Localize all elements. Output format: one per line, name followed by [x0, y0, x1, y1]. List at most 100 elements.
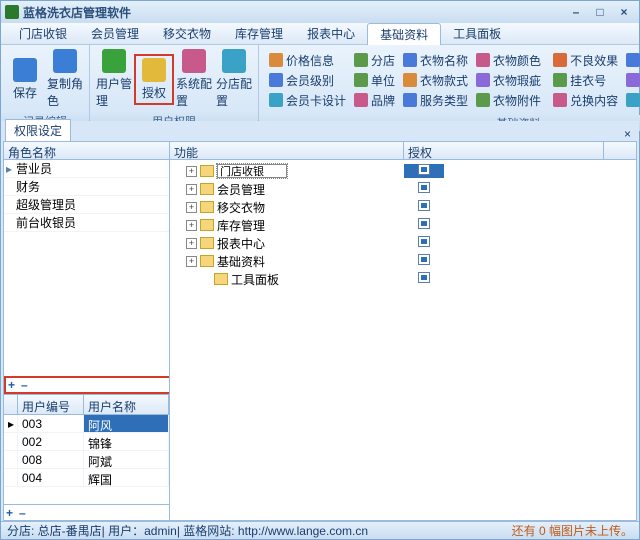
ribbon-link[interactable]: 不良效果 — [553, 51, 618, 69]
expand-icon[interactable]: + — [186, 166, 197, 177]
user-row[interactable]: 008阿斌 — [4, 451, 169, 469]
ribbon-link[interactable]: 品牌 — [354, 91, 395, 109]
ribbon-link[interactable]: 衣物附件 — [476, 91, 541, 109]
function-row[interactable]: +移交衣物 — [170, 198, 636, 216]
ribbon-button[interactable]: 保存 — [5, 56, 45, 103]
role-list[interactable]: ▸营业员财务超级管理员前台收银员 — [4, 160, 169, 376]
function-tree[interactable]: ++会员管理+移交衣物+库存管理+报表中心+基础资料工具面板 — [170, 160, 636, 520]
expand-icon[interactable]: + — [186, 184, 197, 195]
ribbon-link[interactable]: 衣物名称 — [403, 51, 468, 69]
user-add-button[interactable]: + — [6, 506, 13, 520]
ribbon-link[interactable]: 赠送金额 — [626, 51, 640, 69]
user-col-id[interactable]: 用户编号 — [18, 395, 84, 414]
role-remove-button[interactable]: – — [21, 378, 28, 392]
role-row[interactable]: 前台收银员 — [4, 214, 169, 232]
tab-permissions[interactable]: 权限设定 — [5, 119, 71, 141]
link-icon — [269, 93, 283, 107]
link-icon — [403, 73, 417, 87]
user-col-name[interactable]: 用户名称 — [84, 395, 169, 414]
link-icon — [553, 93, 567, 107]
ribbon-icon — [222, 49, 246, 73]
ribbon-button[interactable]: 分店配置 — [214, 47, 254, 111]
ribbon-link[interactable]: 衣物颜色 — [476, 51, 541, 69]
user-row[interactable]: 002锦锋 — [4, 433, 169, 451]
user-row[interactable]: 004辉国 — [4, 469, 169, 487]
expand-icon[interactable]: + — [186, 220, 197, 231]
ribbon-link[interactable]: 挂衣号 — [553, 71, 618, 89]
menu-item-0[interactable]: 门店收银 — [7, 23, 79, 44]
role-row[interactable]: ▸营业员 — [4, 160, 169, 178]
user-add-remove-bar: + – — [4, 504, 169, 520]
ribbon-button[interactable]: 系统配置 — [174, 47, 214, 111]
link-icon — [354, 73, 368, 87]
auth-checkbox[interactable] — [418, 182, 430, 193]
ribbon-link[interactable]: 衣物款式 — [403, 71, 468, 89]
role-add-button[interactable]: + — [8, 378, 15, 392]
ribbon-link[interactable]: 仓库信息 — [626, 71, 640, 89]
function-row[interactable]: +库存管理 — [170, 216, 636, 234]
ribbon-icon — [13, 58, 37, 82]
menu-item-3[interactable]: 库存管理 — [223, 23, 295, 44]
ribbon-link[interactable]: 分店 — [354, 51, 395, 69]
user-row[interactable]: ▸003阿风 — [4, 415, 169, 433]
menu-item-5[interactable]: 基础资料 — [367, 23, 441, 45]
window-close-button[interactable]: × — [613, 5, 635, 19]
expand-icon[interactable]: + — [186, 202, 197, 213]
folder-icon — [200, 219, 214, 231]
link-icon — [476, 53, 490, 67]
function-row[interactable]: +基础资料 — [170, 252, 636, 270]
ribbon-button[interactable]: 复制角色 — [45, 47, 85, 111]
auth-checkbox[interactable] — [418, 236, 430, 247]
menu-item-4[interactable]: 报表中心 — [295, 23, 367, 44]
ribbon-icon — [102, 49, 126, 73]
menu-item-2[interactable]: 移交衣物 — [151, 23, 223, 44]
ribbon-button[interactable]: 用户管理 — [94, 47, 134, 111]
ribbon-link[interactable]: 价格信息 — [269, 51, 346, 69]
function-row[interactable]: 工具面板 — [170, 270, 636, 288]
user-remove-button[interactable]: – — [19, 506, 26, 520]
link-icon — [269, 53, 283, 67]
role-add-remove-bar: + – — [4, 376, 169, 394]
left-pane: 角色名称 ▸营业员财务超级管理员前台收银员 + – 用户编号 用户名称 ▸003… — [4, 142, 170, 520]
function-row[interactable]: +报表中心 — [170, 234, 636, 252]
ribbon-link[interactable]: 单位 — [354, 71, 395, 89]
expand-icon[interactable]: + — [186, 256, 197, 267]
ribbon-icon — [53, 49, 77, 73]
maximize-button[interactable]: □ — [589, 5, 611, 19]
function-name-input[interactable] — [217, 164, 287, 178]
ribbon-link[interactable]: 服务类型 — [403, 91, 468, 109]
ribbon-link[interactable]: 会员级别 — [269, 71, 346, 89]
function-row[interactable]: + — [170, 162, 636, 180]
auth-checkbox[interactable] — [418, 254, 430, 265]
role-row[interactable]: 超级管理员 — [4, 196, 169, 214]
tab-close-button[interactable]: × — [620, 127, 635, 141]
app-icon — [5, 5, 19, 19]
ribbon-link[interactable]: 衣物瑕疵 — [476, 71, 541, 89]
folder-icon — [214, 273, 228, 285]
ribbon-link[interactable]: 会员卡设计 — [269, 91, 346, 109]
tabstrip: 权限设定 × — [1, 121, 639, 141]
auth-checkbox[interactable] — [418, 200, 430, 211]
func-col-auth[interactable]: 授权 — [404, 142, 604, 159]
func-col-name[interactable]: 功能 — [170, 142, 404, 159]
menu-item-1[interactable]: 会员管理 — [79, 23, 151, 44]
link-icon — [354, 93, 368, 107]
auth-checkbox[interactable] — [418, 272, 430, 283]
ribbon-link[interactable]: 商品信息 — [626, 91, 640, 109]
user-col-indicator — [4, 395, 18, 414]
ribbon-button[interactable]: 授权 — [134, 54, 174, 105]
menu-item-6[interactable]: 工具面板 — [441, 23, 513, 44]
user-grid: 用户编号 用户名称 ▸003阿风002锦锋008阿斌004辉国 — [4, 394, 169, 504]
expand-icon[interactable]: + — [186, 238, 197, 249]
function-row[interactable]: +会员管理 — [170, 180, 636, 198]
ribbon-link[interactable]: 兑换内容 — [553, 91, 618, 109]
ribbon: 保存复制角色 记录编辑 用户管理授权系统配置分店配置 用户权限 价格信息分店衣物… — [1, 45, 639, 121]
link-icon — [626, 73, 640, 87]
link-icon — [403, 93, 417, 107]
auth-checkbox[interactable] — [418, 164, 430, 175]
minimize-button[interactable]: – — [565, 5, 587, 19]
auth-checkbox[interactable] — [418, 218, 430, 229]
link-icon — [476, 93, 490, 107]
titlebar: 蓝格洗衣店管理软件 – □ × — [1, 1, 639, 23]
role-row[interactable]: 财务 — [4, 178, 169, 196]
